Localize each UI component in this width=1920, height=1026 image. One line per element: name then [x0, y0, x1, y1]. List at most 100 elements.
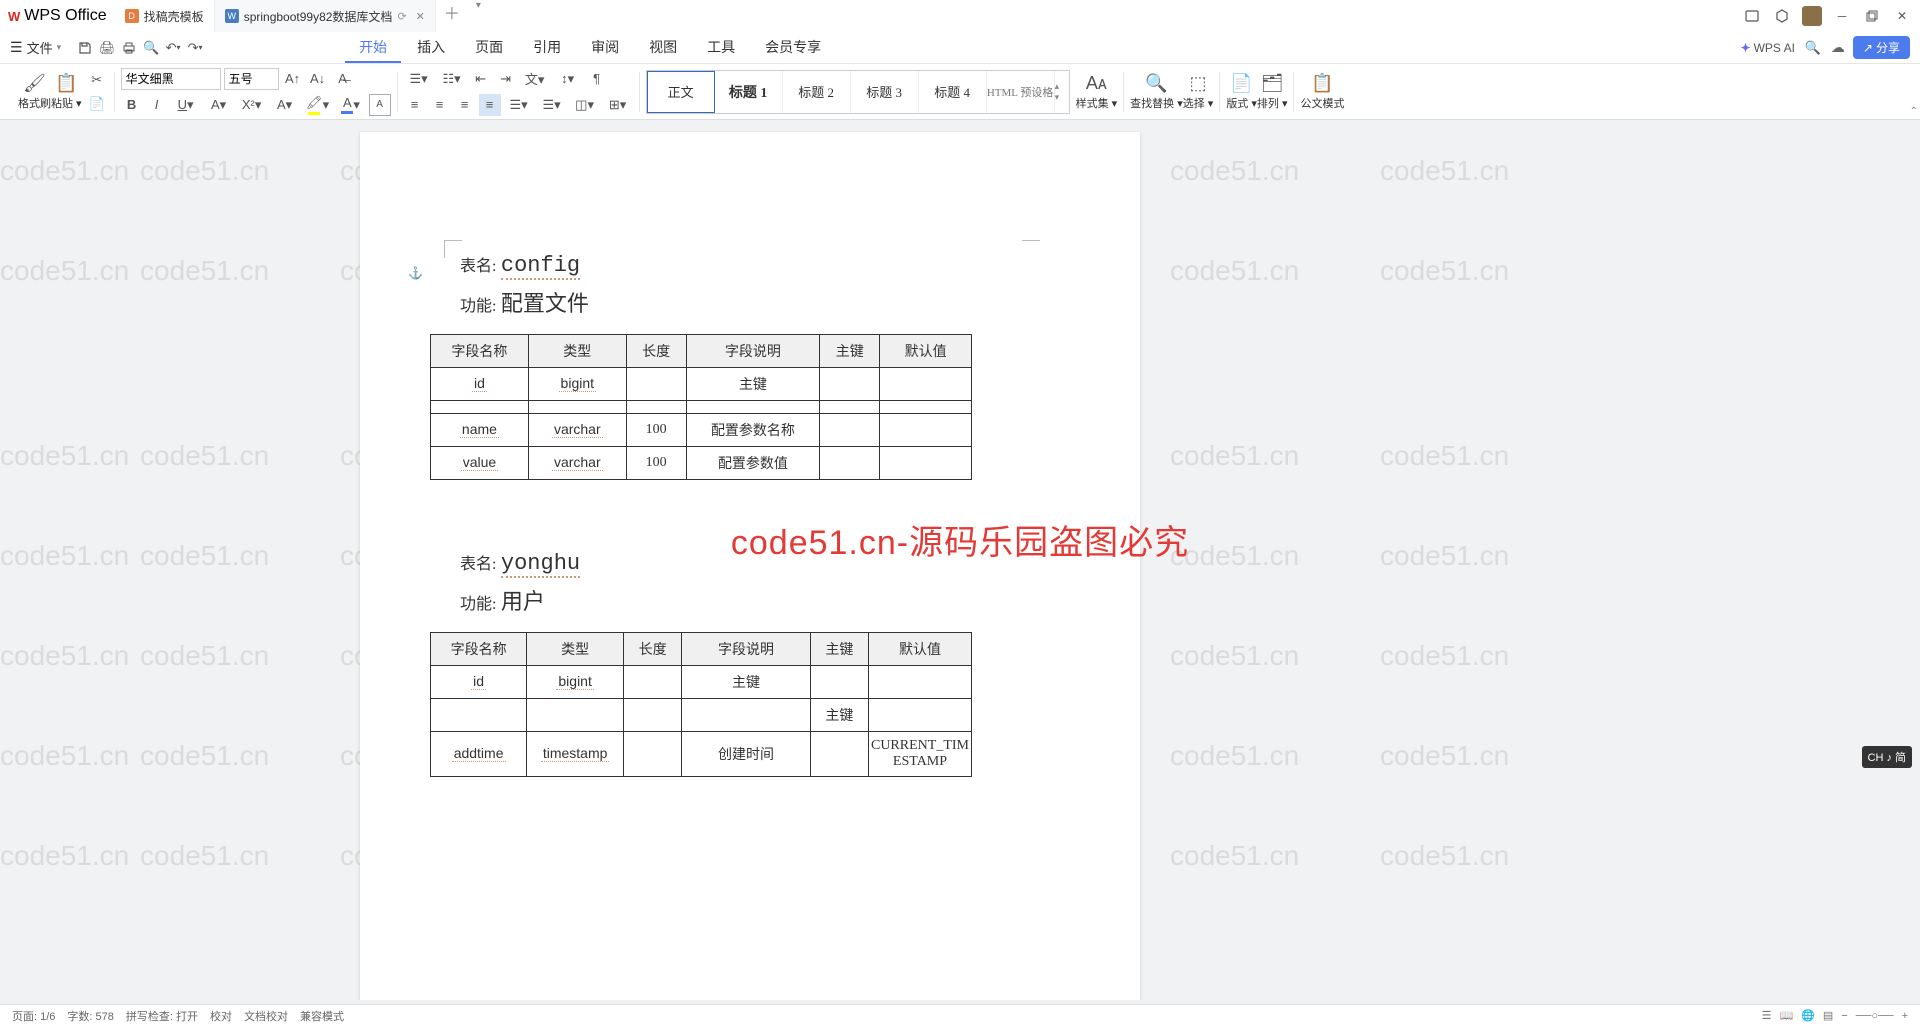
select-button[interactable]: ⬚选择 ▾: [1183, 73, 1214, 111]
workspace[interactable]: code51.cncode51.cncode51.cncode51.cncode…: [0, 120, 1920, 1000]
line-spacing-button[interactable]: ↕▾: [553, 68, 583, 90]
italic-button[interactable]: I: [146, 94, 168, 116]
tab-template[interactable]: D 找稿壳模板: [115, 0, 215, 32]
menu-review[interactable]: 审阅: [577, 33, 633, 63]
menu-insert[interactable]: 插入: [403, 33, 459, 63]
text-direction-button[interactable]: 文▾: [520, 68, 550, 90]
menu-tools[interactable]: 工具: [693, 33, 749, 63]
table-cell: [880, 368, 972, 401]
font-color-button[interactable]: A▾: [336, 94, 366, 116]
style-html[interactable]: HTML 预设格: [987, 71, 1055, 113]
status-compat[interactable]: 兼容模式: [300, 1008, 344, 1024]
status-words[interactable]: 字数: 578: [67, 1008, 113, 1024]
tablet-mode-icon[interactable]: [1738, 3, 1766, 29]
undo-button[interactable]: ↶▾: [163, 38, 183, 58]
reading-mode-icon[interactable]: 📖: [1779, 1009, 1793, 1022]
style-h1[interactable]: 标题 1: [715, 71, 783, 113]
close-tab-icon[interactable]: ✕: [416, 10, 425, 23]
cloud-icon[interactable]: ☁: [1831, 39, 1845, 56]
user-avatar[interactable]: [1798, 3, 1826, 29]
save-icon[interactable]: [75, 38, 95, 58]
style-scroll-down[interactable]: ▾: [1055, 92, 1069, 103]
redo-button[interactable]: ↷▾: [185, 38, 205, 58]
underline-button[interactable]: U▾: [171, 94, 201, 116]
status-spell[interactable]: 拼写检查: 打开: [126, 1008, 198, 1024]
styleset-button[interactable]: Aᴀ样式集 ▾: [1076, 73, 1118, 111]
style-normal[interactable]: 正文: [647, 71, 715, 113]
decrease-font-icon[interactable]: A↓: [307, 68, 329, 90]
bold-button[interactable]: B: [121, 94, 143, 116]
clear-format-icon[interactable]: A̶: [332, 68, 354, 90]
decrease-indent-button[interactable]: ⇤: [470, 68, 492, 90]
close-button[interactable]: ✕: [1888, 3, 1916, 29]
align-center-button[interactable]: ≡: [429, 94, 451, 116]
menu-vip[interactable]: 会员专享: [751, 33, 835, 63]
search-icon[interactable]: 🔍: [1803, 38, 1823, 58]
watermark: code51.cn: [140, 740, 269, 772]
align-justify-button[interactable]: ≡: [479, 94, 501, 116]
highlight-button[interactable]: 🖍▾: [303, 94, 333, 116]
status-page[interactable]: 页面: 1/6: [12, 1008, 55, 1024]
font-effects-button[interactable]: A▾: [270, 94, 300, 116]
bullets-button[interactable]: ☰▾: [404, 68, 434, 90]
table-header: 长度: [624, 633, 682, 666]
maximize-button[interactable]: [1858, 3, 1886, 29]
tab-document[interactable]: W springboot99y82数据库文档 ⟳ ✕: [215, 0, 436, 32]
print-icon[interactable]: [119, 38, 139, 58]
tab-menu-button[interactable]: ▾: [468, 0, 489, 32]
copy-icon[interactable]: 📄: [86, 93, 108, 115]
align-left-button[interactable]: ≡: [404, 94, 426, 116]
numbering-button[interactable]: ☷▾: [437, 68, 467, 90]
new-tab-button[interactable]: ＋: [436, 0, 468, 32]
paste-button[interactable]: 📋粘贴 ▾: [51, 73, 82, 111]
outline-mode-icon[interactable]: ▤: [1823, 1009, 1833, 1022]
ime-indicator[interactable]: CH ♪ 简: [1862, 746, 1913, 768]
style-h2[interactable]: 标题 2: [783, 71, 851, 113]
view-mode-icon[interactable]: ☰: [1762, 1009, 1772, 1022]
table-row: valuevarchar100配置参数值: [431, 447, 972, 480]
print-preview-icon[interactable]: 🔍: [141, 38, 161, 58]
collapse-ribbon-icon[interactable]: ⌃: [1910, 106, 1918, 117]
zoom-in-icon[interactable]: +: [1902, 1010, 1908, 1022]
format-painter-button[interactable]: 🖌格式刷: [18, 73, 51, 111]
status-doc-proof[interactable]: 文档校对: [244, 1008, 288, 1024]
file-menu[interactable]: ☰ 文件 ▾: [10, 38, 61, 57]
app-badge: W WPS Office: [0, 7, 115, 25]
shading-button[interactable]: ◫▾: [570, 94, 600, 116]
watermark: code51.cn: [0, 740, 129, 772]
gov-mode-button[interactable]: 📋公文模式: [1300, 73, 1344, 111]
arrange-button[interactable]: 🗂排列 ▾: [1257, 73, 1288, 111]
strikethrough-button[interactable]: A▾: [204, 94, 234, 116]
menu-view[interactable]: 视图: [635, 33, 691, 63]
find-replace-button[interactable]: 🔍查找替换 ▾: [1130, 73, 1183, 111]
menu-reference[interactable]: 引用: [519, 33, 575, 63]
align-right-button[interactable]: ≡: [454, 94, 476, 116]
show-marks-button[interactable]: ¶: [586, 68, 608, 90]
zoom-slider[interactable]: ──○──: [1856, 1010, 1894, 1022]
zoom-out-icon[interactable]: −: [1841, 1010, 1847, 1022]
wps-ai-button[interactable]: ✦WPS AI: [1741, 41, 1795, 55]
superscript-button[interactable]: X²▾: [237, 94, 267, 116]
menu-start[interactable]: 开始: [345, 33, 401, 63]
phonetic-guide-button[interactable]: A: [369, 94, 391, 116]
menu-page[interactable]: 页面: [461, 33, 517, 63]
style-scroll-up[interactable]: ▴: [1055, 81, 1069, 92]
style-h3[interactable]: 标题 3: [851, 71, 919, 113]
paragraph-spacing-button[interactable]: ☰▾: [537, 94, 567, 116]
section2-table: 字段名称类型长度字段说明主键默认值 idbigint主键主键addtimetim…: [430, 632, 972, 777]
layout-button[interactable]: 📄版式 ▾: [1226, 73, 1257, 111]
share-button[interactable]: ↗ 分享: [1853, 36, 1910, 59]
status-proof[interactable]: 校对: [210, 1008, 232, 1024]
apps-icon[interactable]: [1768, 3, 1796, 29]
export-icon[interactable]: 🖨: [97, 38, 117, 58]
font-family-select[interactable]: [121, 68, 221, 90]
increase-font-icon[interactable]: A↑: [282, 68, 304, 90]
font-size-select[interactable]: [224, 68, 279, 90]
increase-indent-button[interactable]: ⇥: [495, 68, 517, 90]
distribute-button[interactable]: ☰▾: [504, 94, 534, 116]
style-h4[interactable]: 标题 4: [919, 71, 987, 113]
borders-button[interactable]: ⊞▾: [603, 94, 633, 116]
cut-icon[interactable]: ✂: [86, 69, 108, 91]
web-mode-icon[interactable]: 🌐: [1801, 1009, 1815, 1022]
minimize-button[interactable]: ─: [1828, 3, 1856, 29]
